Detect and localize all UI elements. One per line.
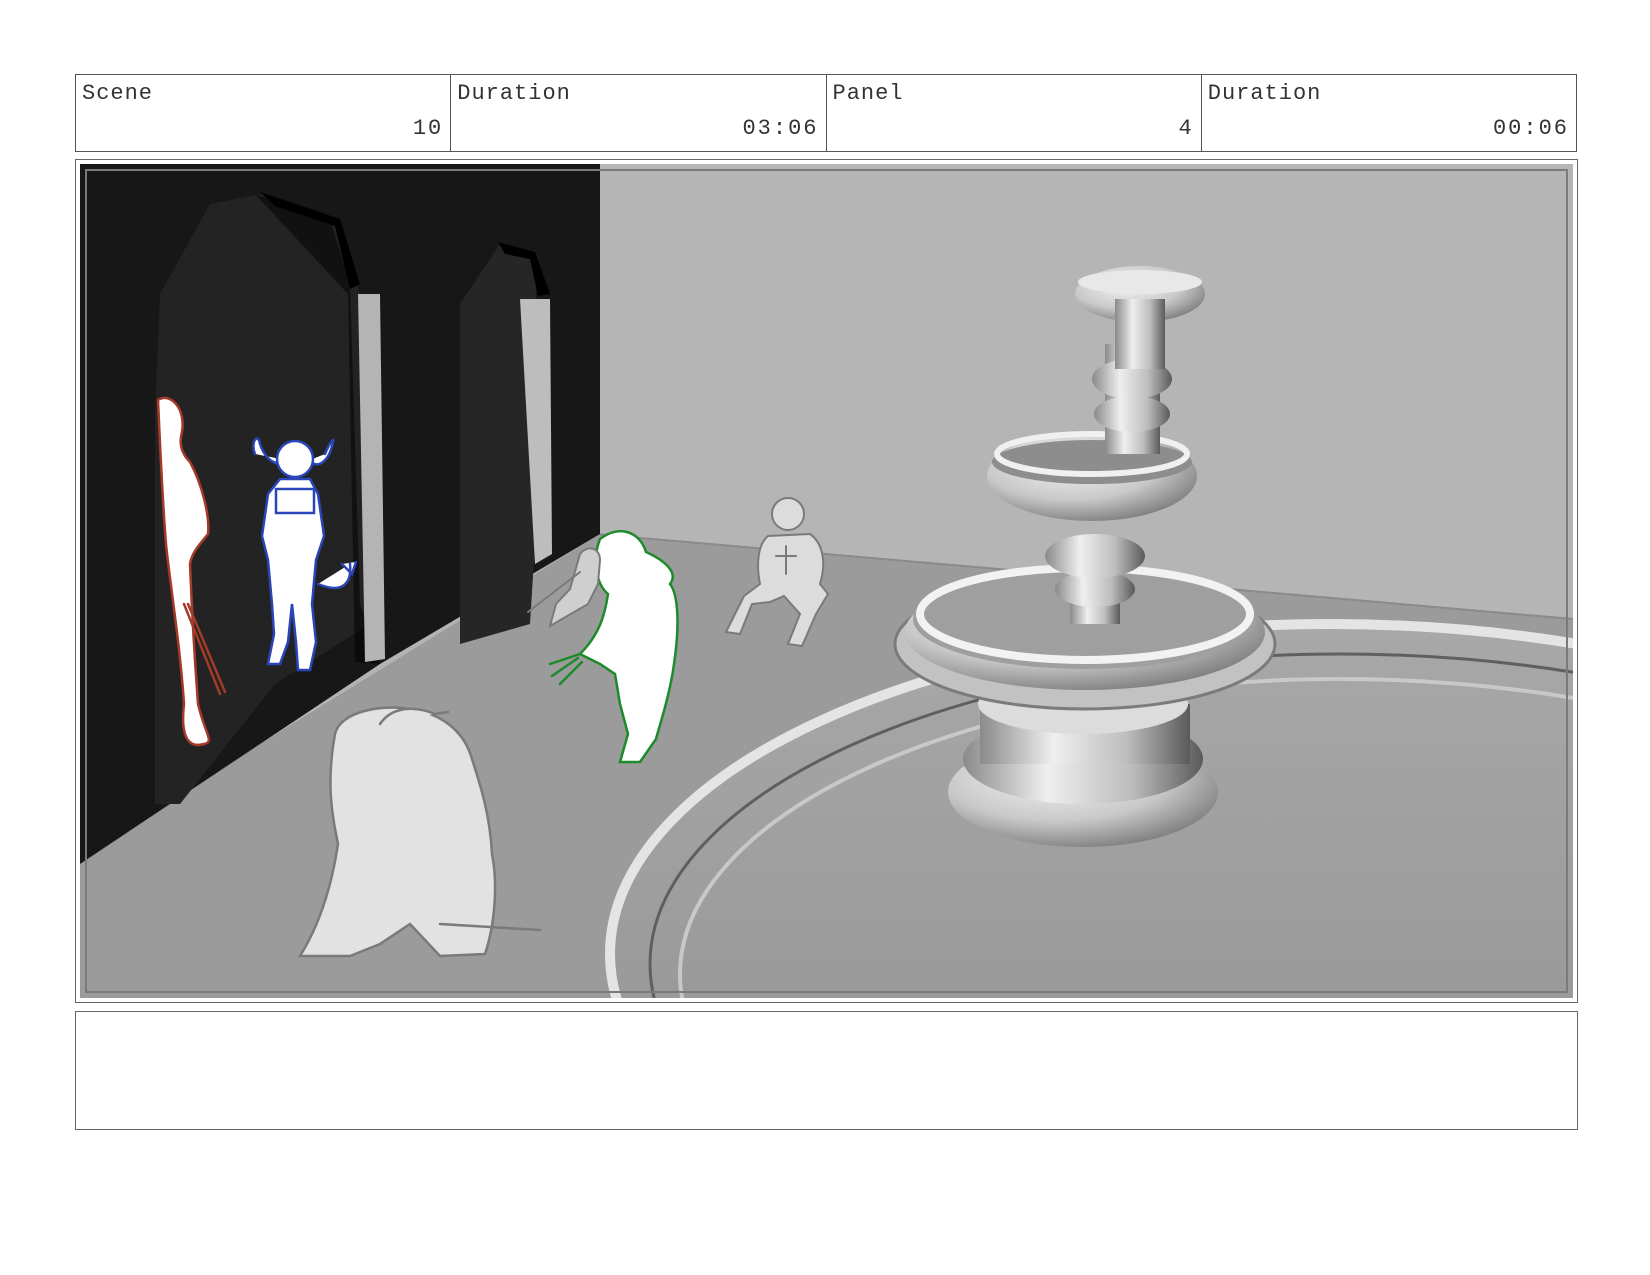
panel-duration-value[interactable]: 00:06 — [1493, 116, 1569, 141]
storyboard-header: Scene 10 Duration 03:06 Panel 4 Duration… — [75, 74, 1577, 152]
panel-label: Panel — [832, 81, 904, 106]
scene-label: Scene — [82, 81, 154, 106]
scene-cell: Scene 10 — [76, 75, 452, 151]
scene-duration-cell: Duration 03:06 — [451, 75, 827, 151]
panel-duration-cell: Duration 00:06 — [1202, 75, 1576, 151]
panel-duration-label: Duration — [1207, 81, 1322, 106]
scene-duration-label: Duration — [457, 81, 571, 106]
scene-duration-value[interactable]: 03:06 — [742, 116, 818, 141]
panel-artwork — [80, 164, 1573, 998]
panel-cell: Panel 4 — [827, 75, 1202, 151]
panel-notes[interactable] — [75, 1011, 1578, 1130]
scene-number[interactable]: 10 — [413, 116, 443, 141]
panel-frame[interactable] — [75, 159, 1578, 1003]
panel-number[interactable]: 4 — [1179, 116, 1194, 141]
